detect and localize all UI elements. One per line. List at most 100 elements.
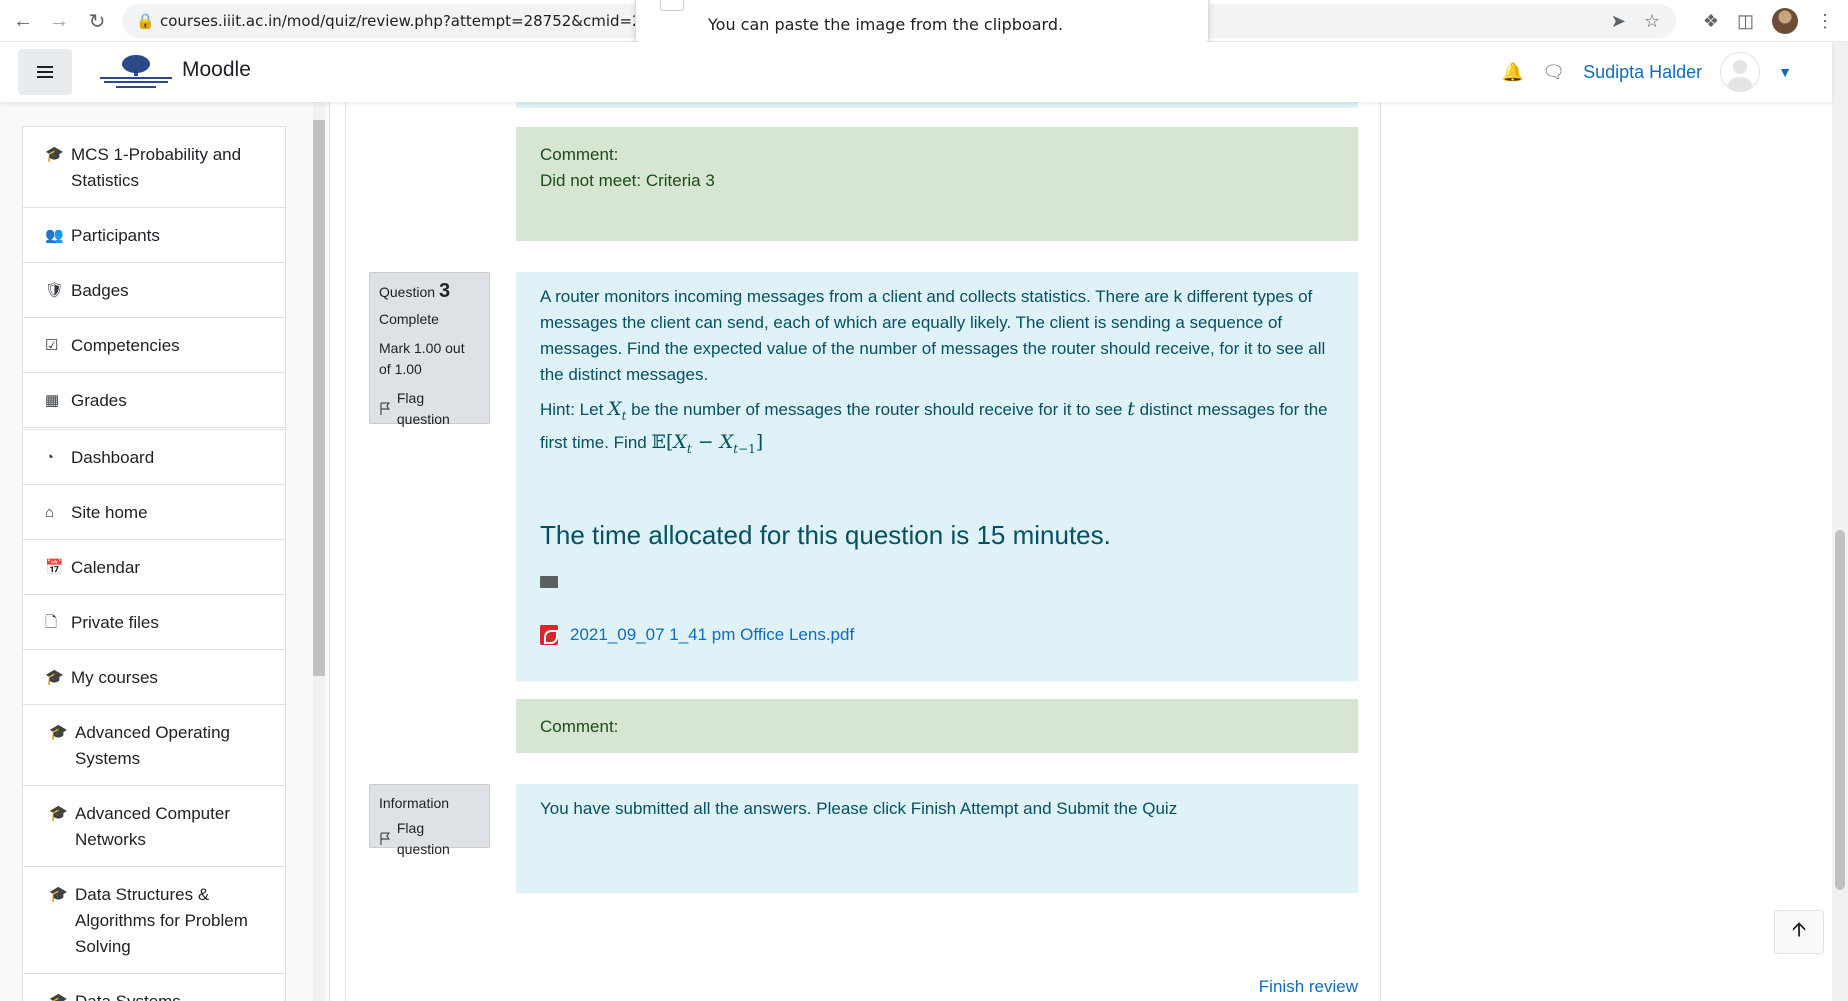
finish-review-link[interactable]: Finish review	[1259, 977, 1358, 997]
drawer-item[interactable]: 🎓Data Systems	[23, 974, 285, 1001]
extensions-puzzle-icon[interactable]: ❖	[1703, 11, 1719, 32]
bell-icon[interactable]: 🔔	[1502, 62, 1524, 83]
back-arrow-icon[interactable]: ←	[6, 4, 40, 38]
comment-label: Comment:	[540, 145, 619, 164]
math-t: t	[1127, 398, 1135, 420]
question-text: A router monitors incoming messages from…	[540, 287, 1326, 384]
information-info: Information Flag question	[369, 784, 490, 857]
comment-label: Comment:	[540, 717, 619, 736]
drawer-item-label: Private files	[71, 613, 159, 632]
site-navbar: Moodle 🔔 🗨 Sudipta Halder ▼	[0, 42, 1832, 102]
graduation-cap-icon: 🎓	[45, 669, 64, 686]
flag-icon	[380, 402, 391, 415]
drawer-item-label: MCS 1-Probability and Statistics	[71, 145, 242, 190]
question-formulation: A router monitors incoming messages from…	[516, 272, 1358, 681]
drawer-item[interactable]: 🛡 Badges	[23, 263, 285, 318]
graduation-cap-icon: 🎓	[45, 146, 64, 163]
flag-label: Flag question	[396, 390, 450, 427]
iiit-logo	[100, 55, 172, 88]
flag-icon	[380, 832, 391, 845]
drawer-item-label: Competencies	[71, 336, 180, 355]
hint-text-part: be the number of messages the router sho…	[626, 400, 1128, 419]
drawer-item-label: Dashboard	[71, 448, 155, 467]
drawer-item[interactable]: 🎓 Data Structures & Algorithms for Proble…	[23, 867, 285, 974]
drawer-toggle-button[interactable]	[18, 49, 72, 95]
course-nav-list: 🎓 MCS 1-Probability and Statistics 👥 Partic…	[22, 126, 286, 428]
lock-icon: 🔒	[136, 12, 155, 30]
side-panel-icon[interactable]: ◫	[1737, 11, 1754, 32]
user-nav: 🔔 🗨 Sudipta Halder ▼	[1502, 42, 1792, 102]
drawer-item[interactable]: ▦ Grades	[23, 373, 285, 427]
drawer-item-label: Advanced Computer Networks	[75, 804, 230, 849]
drawer-item[interactable]: 📅 Calendar	[23, 540, 285, 595]
site-brand[interactable]: Moodle	[182, 58, 251, 82]
answer-image-icon[interactable]	[540, 575, 558, 588]
question-hint: Hint: Let Xt be the number of messages t…	[540, 396, 1334, 462]
question-mark: Mark 1.00 out of 1.00	[379, 340, 465, 377]
math-xt: Xt	[608, 398, 627, 423]
question-info: Question 3 Complete Mark 1.00 out of 1.0…	[369, 272, 490, 427]
drawer-item-label: Site home	[71, 503, 148, 522]
users-icon: 👥	[45, 227, 64, 244]
drawer-item[interactable]: 🎓 My courses	[23, 650, 285, 705]
clipboard-image-icon	[660, 0, 684, 11]
graduation-cap-icon: 🎓	[49, 989, 75, 1001]
toast-text: You can paste the image from the clipboa…	[708, 14, 1064, 34]
drawer-item[interactable]: 🎓 MCS 1-Probability and Statistics	[23, 127, 285, 208]
chat-bubble-icon[interactable]: 🗨	[1542, 62, 1565, 83]
drawer-item[interactable]: 🗋 Private files	[23, 595, 285, 650]
math-expectation: 𝔼[Xt − Xt−1]	[651, 430, 764, 456]
browser-menu-icon[interactable]: ⋮	[1816, 11, 1834, 32]
drawer-item[interactable]: ☑ Competencies	[23, 318, 285, 373]
previous-question-strip	[516, 102, 1358, 108]
drawer-scrollbar-thumb[interactable]	[313, 120, 325, 676]
clipboard-toast: You can paste the image from the clipboa…	[635, 0, 1209, 46]
time-allocation-note: The time allocated for this question is …	[540, 519, 1111, 550]
drawer-item[interactable]: 👥 Participants	[23, 208, 285, 263]
back-to-top-button[interactable]: 🡩	[1774, 910, 1824, 954]
site-nav-list: ◔ Dashboard ⌂ Site home 📅 Calendar 🗋 Private fi…	[22, 429, 286, 1001]
home-icon: ⌂	[45, 504, 55, 521]
reload-icon[interactable]: ↻	[80, 4, 114, 38]
drawer-item[interactable]: 🎓 Advanced Operating Systems	[23, 705, 285, 786]
chevron-down-icon[interactable]: ▼	[1778, 64, 1792, 80]
comment-box: Comment: Did not meet: Criteria 3	[516, 127, 1358, 241]
drawer-item[interactable]: ◔ Dashboard	[23, 430, 285, 485]
flag-label: Flag question	[396, 820, 450, 857]
url-text: courses.iiit.ac.in/mod/quiz/review.php?a…	[160, 12, 652, 30]
flag-question-button[interactable]: Flag question	[379, 388, 480, 430]
avatar[interactable]	[1720, 52, 1761, 92]
graduation-cap-icon: 🎓	[49, 805, 68, 822]
drawer-item-label: Data Systems	[75, 989, 181, 1001]
drawer-item-label: Participants	[71, 226, 160, 245]
page-scrollbar-thumb[interactable]	[1835, 530, 1845, 890]
dashboard-icon: ◔	[45, 449, 55, 466]
comment-box: Comment:	[516, 699, 1358, 753]
information-label: Information	[379, 795, 450, 811]
drawer-item[interactable]: 🎓 Advanced Computer Networks	[23, 786, 285, 867]
attachment-link[interactable]: 2021_09_07 1_41 pm Office Lens.pdf	[570, 622, 854, 648]
file-icon: 🗋	[45, 614, 58, 631]
browser-actions: ❖ ◫ ⋮	[1703, 0, 1848, 42]
question-label: Question	[379, 284, 436, 300]
attachment-row: 2021_09_07 1_41 pm Office Lens.pdf	[540, 622, 1334, 648]
share-icon[interactable]: ➤	[1611, 11, 1626, 32]
forward-arrow-icon[interactable]: →	[42, 4, 76, 38]
graduation-cap-icon: 🎓	[49, 724, 68, 741]
hamburger-icon	[37, 71, 53, 73]
comment-text: Did not meet: Criteria 3	[540, 171, 715, 190]
drawer-item-label: Advanced Operating Systems	[75, 723, 230, 768]
bookmark-star-icon[interactable]: ☆	[1644, 11, 1660, 32]
drawer-item-label: My courses	[71, 668, 158, 687]
pdf-file-icon	[540, 624, 558, 645]
question-number: 3	[438, 280, 451, 302]
information-formulation: You have submitted all the answers. Plea…	[516, 784, 1358, 893]
drawer-item[interactable]: ⌂ Site home	[23, 485, 285, 540]
user-name[interactable]: Sudipta Halder	[1583, 62, 1702, 83]
flag-question-button[interactable]: Flag question	[379, 818, 480, 860]
check-square-icon: ☑	[45, 337, 59, 354]
browser-profile-avatar[interactable]	[1772, 8, 1798, 34]
drawer-item-label: Badges	[71, 281, 129, 300]
nav-drawer: 🎓 MCS 1-Probability and Statistics 👥 Partic…	[0, 102, 330, 1001]
information-text: You have submitted all the answers. Plea…	[540, 799, 1178, 818]
